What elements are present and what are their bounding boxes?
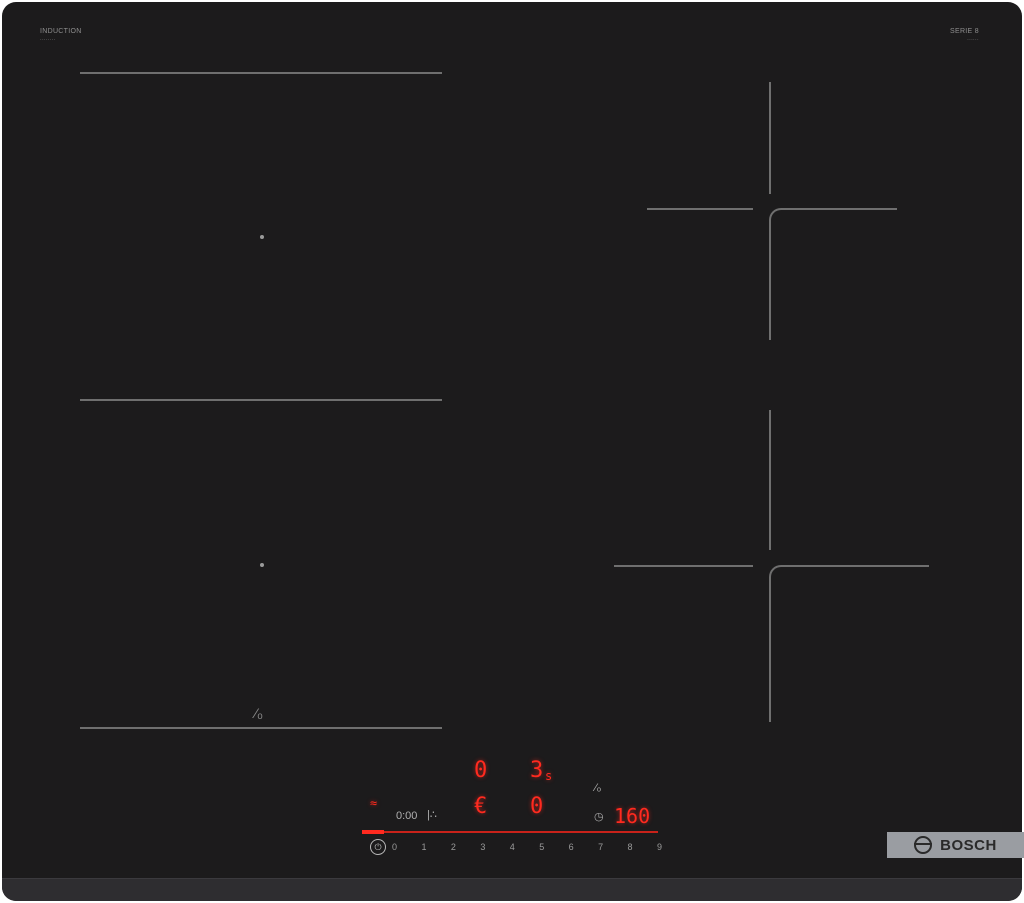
zone-indicator-top-right-suffix: s (545, 769, 553, 783)
right-bottom-zone-corner (769, 565, 929, 722)
zone-center-mark-1 (260, 235, 264, 239)
power-level-7[interactable]: 7 (598, 842, 603, 852)
zone-indicator-top-left: 0 (474, 758, 488, 783)
zone-indicator-mid-left: € (474, 794, 488, 819)
brand-badge: BOSCH (887, 832, 1024, 858)
flex-zone-middle-line (80, 399, 442, 401)
flex-zone-top-line (80, 72, 442, 74)
zone-center-mark-2 (260, 563, 264, 567)
right-bottom-zone-mark (769, 410, 771, 550)
timer-icon[interactable]: ◷ (594, 810, 604, 823)
power-level-3[interactable]: 3 (480, 842, 485, 852)
cooking-sensor-icon: ⁄ₒ (255, 705, 263, 721)
bosch-logo-icon (914, 836, 933, 854)
hob-model-label: INDUCTION ········ (40, 28, 82, 43)
brand-name: BOSCH (940, 836, 997, 854)
power-slider-track[interactable] (362, 831, 658, 833)
power-level-0[interactable]: 0 (392, 842, 397, 852)
power-level-scale[interactable]: 0 1 2 3 4 5 6 7 8 9 (392, 842, 662, 852)
timer-display: 160 (614, 804, 651, 828)
power-level-6[interactable]: 6 (569, 842, 574, 852)
power-level-5[interactable]: 5 (539, 842, 544, 852)
power-level-2[interactable]: 2 (451, 842, 456, 852)
flex-zone-bottom-line (80, 727, 442, 729)
induction-hob: INDUCTION ········ SERIE 8 ······ ⁄ₒ 0 3… (2, 2, 1022, 901)
sensor-touch-icon[interactable]: |∴ (427, 808, 437, 821)
hob-front-rim (2, 878, 1022, 901)
cooking-sensor-touch-icon[interactable]: ⁄ₒ (595, 782, 601, 794)
right-bottom-zone-left-line (614, 565, 753, 567)
right-top-zone-mark (769, 82, 771, 194)
power-button[interactable]: ⏻ (370, 839, 386, 855)
zone-indicator-top-right: 3 (530, 758, 544, 783)
power-level-1[interactable]: 1 (421, 842, 426, 852)
hob-series-label: SERIE 8 ······ (950, 28, 979, 43)
power-level-4[interactable]: 4 (510, 842, 515, 852)
zone-indicator-mid-right: 0 (530, 794, 544, 819)
power-level-8[interactable]: 8 (628, 842, 633, 852)
right-top-zone-corner (769, 208, 897, 340)
power-level-9[interactable]: 9 (657, 842, 662, 852)
right-top-zone-left-line (647, 208, 753, 210)
time-display: 0:00 (396, 810, 418, 822)
power-slider-highlight (362, 830, 384, 834)
hob-status-indicator: ≈ (370, 796, 378, 810)
